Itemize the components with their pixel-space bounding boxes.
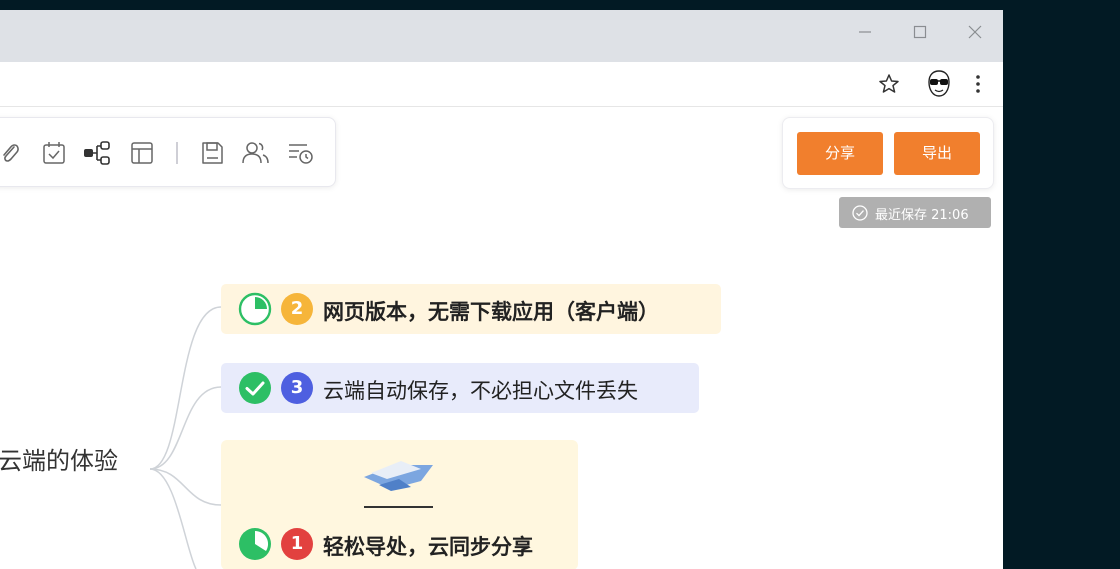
topic-node[interactable]: 3 云端自动保存，不必担心文件丢失 bbox=[221, 363, 699, 413]
topic-text: 网页版本，无需下载应用（客户端） bbox=[323, 300, 659, 324]
root-topic[interactable]: 云端的体验 bbox=[0, 441, 118, 476]
bookmark-star-button[interactable] bbox=[877, 72, 901, 96]
priority-badge: 3 bbox=[281, 372, 313, 404]
address-bar bbox=[0, 62, 1003, 107]
paper-plane-icon bbox=[364, 461, 433, 508]
star-icon bbox=[879, 74, 899, 93]
minimize-button[interactable] bbox=[845, 18, 885, 46]
more-vertical-icon bbox=[976, 75, 980, 93]
progress-icon bbox=[238, 292, 272, 326]
browser-menu-button[interactable] bbox=[966, 72, 990, 96]
title-bar bbox=[0, 10, 1003, 62]
topic-node[interactable]: 2 网页版本，无需下载应用（客户端） bbox=[221, 284, 721, 334]
priority-badge: 1 bbox=[281, 528, 313, 560]
priority-badge: 2 bbox=[281, 293, 313, 325]
topic-node-card[interactable]: 1 轻松导处，云同步分享 bbox=[221, 440, 578, 569]
progress-icon bbox=[238, 527, 272, 561]
close-icon bbox=[968, 25, 982, 39]
maximize-icon bbox=[913, 25, 927, 39]
topic-text: 云端自动保存，不必担心文件丢失 bbox=[323, 379, 638, 403]
incognito-avatar-icon bbox=[928, 70, 950, 97]
close-button[interactable] bbox=[955, 18, 995, 46]
done-check-icon bbox=[238, 371, 272, 405]
browser-window: 分享 导出 最近保存 21:06 云端的体验 2 网页版本，无需下载应用（客户端… bbox=[0, 10, 1003, 569]
minimize-icon bbox=[859, 31, 871, 33]
topic-text: 轻松导处，云同步分享 bbox=[323, 535, 533, 559]
maximize-button[interactable] bbox=[900, 18, 940, 46]
profile-avatar-button[interactable] bbox=[926, 70, 952, 98]
app-canvas: 分享 导出 最近保存 21:06 云端的体验 2 网页版本，无需下载应用（客户端… bbox=[0, 107, 1003, 569]
